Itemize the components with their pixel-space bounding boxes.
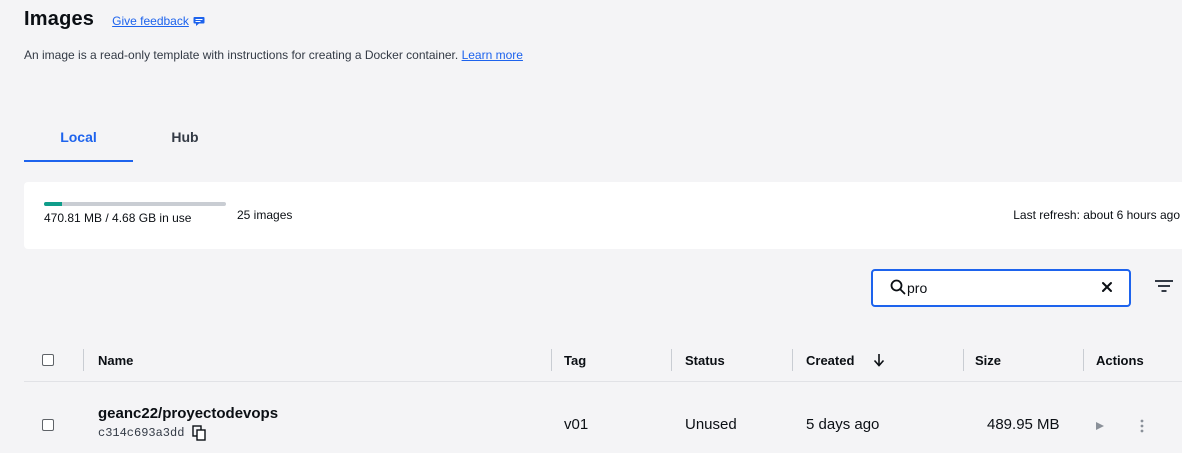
learn-more-link[interactable]: Learn more: [462, 48, 523, 62]
more-vert-icon[interactable]: [1139, 418, 1145, 434]
image-id-text: c314c693a3dd: [98, 426, 185, 440]
clear-icon[interactable]: [1101, 281, 1113, 293]
disk-usage-panel: 470.81 MB / 4.68 GB in use 25 images Las…: [24, 182, 1182, 249]
column-header-size[interactable]: Size: [975, 353, 1001, 368]
give-feedback-label: Give feedback: [112, 14, 189, 28]
description-text: An image is a read-only template with in…: [24, 48, 459, 62]
image-size: 489.95 MB: [987, 416, 1060, 433]
image-tag: v01: [564, 416, 589, 433]
column-separator: [963, 349, 964, 371]
disk-usage-bar-fill: [44, 202, 62, 206]
play-icon[interactable]: [1095, 421, 1105, 431]
search-box[interactable]: [871, 269, 1131, 307]
column-header-tag[interactable]: Tag: [564, 353, 586, 368]
column-separator: [1083, 349, 1084, 371]
feedback-icon: [193, 16, 205, 26]
select-all-checkbox[interactable]: [42, 354, 54, 366]
column-header-status[interactable]: Status: [685, 353, 725, 368]
image-created: 5 days ago: [806, 416, 880, 433]
images-page: Images Give feedback An image is a read-…: [0, 0, 1182, 453]
page-header: Images Give feedback: [24, 8, 205, 31]
page-title: Images: [24, 8, 95, 30]
sort-down-arrow-icon[interactable]: [873, 353, 885, 367]
give-feedback-link[interactable]: Give feedback: [112, 14, 205, 28]
filter-icon[interactable]: [1154, 278, 1174, 294]
image-id: c314c693a3dd: [98, 425, 207, 441]
image-status: Unused: [685, 416, 737, 433]
search-input[interactable]: [907, 279, 1087, 297]
image-name[interactable]: geanc22/proyectodevops: [98, 405, 278, 422]
column-header-actions: Actions: [1096, 353, 1144, 368]
row-checkbox[interactable]: [42, 419, 54, 431]
search-icon: [890, 279, 906, 295]
disk-usage-text: 470.81 MB / 4.68 GB in use: [44, 211, 192, 225]
disk-usage-bar: [44, 202, 226, 206]
tab-hub[interactable]: Hub: [133, 118, 237, 162]
images-count: 25 images: [237, 208, 293, 222]
column-header-created[interactable]: Created: [806, 353, 854, 368]
column-separator: [671, 349, 672, 371]
last-refresh: Last refresh: about 6 hours ago: [1013, 208, 1180, 222]
column-separator: [83, 349, 84, 371]
tab-local[interactable]: Local: [24, 118, 133, 162]
column-header-name[interactable]: Name: [98, 353, 133, 368]
page-description: An image is a read-only template with in…: [24, 48, 523, 62]
table-header: Name Tag Status Created Size Actions: [24, 338, 1182, 382]
images-table: Name Tag Status Created Size Actions: [24, 338, 1182, 382]
column-separator: [551, 349, 552, 371]
copy-icon[interactable]: [192, 425, 207, 441]
column-separator: [792, 349, 793, 371]
tab-bar: Local Hub: [24, 118, 237, 162]
